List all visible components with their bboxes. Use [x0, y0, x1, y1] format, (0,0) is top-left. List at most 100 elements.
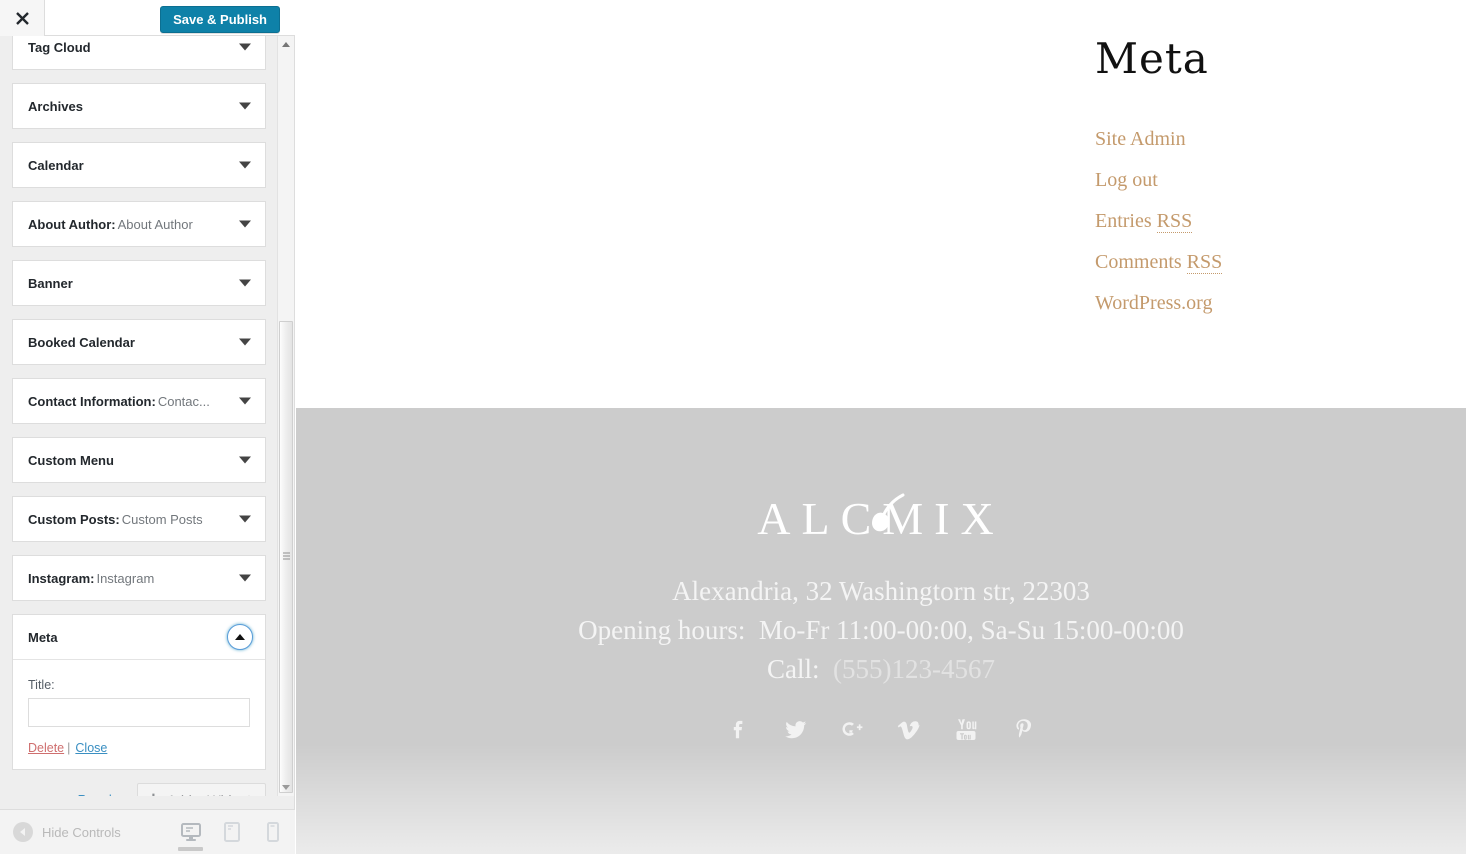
widget-title: Booked Calendar [28, 334, 135, 350]
site-logo[interactable]: ALC MIX [757, 490, 1004, 546]
link-entries-rss-text: Entries [1095, 210, 1157, 232]
list-item: WordPress.org [1095, 292, 1425, 315]
arrow-left-icon [13, 822, 33, 842]
widget-header[interactable]: Tag Cloud [13, 36, 265, 69]
device-tablet-button[interactable] [211, 809, 252, 854]
scrollbar-thumb[interactable] [279, 321, 293, 793]
reorder-link[interactable]: Reorder [78, 793, 123, 796]
widget-title: Contact Information: Contac... [28, 394, 210, 409]
customizer-header: Save & Publish [0, 0, 295, 36]
cherry-icon [872, 493, 905, 532]
rss-abbr: RSS [1186, 251, 1223, 274]
widget-header[interactable]: Instagram: Instagram [13, 556, 265, 600]
youtube-icon[interactable] [954, 716, 980, 742]
widget-item-custom-posts[interactable]: Custom Posts: Custom Posts [12, 496, 266, 542]
widget-item-custom-menu[interactable]: Custom Menu [12, 437, 266, 483]
device-preview-switcher [170, 809, 293, 854]
chevron-down-icon[interactable] [239, 397, 251, 405]
widget-title-instance: About Author [117, 216, 193, 232]
widget-list: Tag Cloud Archives Calendar About Author… [0, 36, 278, 796]
scroll-up-arrow-icon[interactable] [278, 36, 294, 53]
link-site-admin[interactable]: Site Admin [1095, 128, 1186, 150]
close-widget-link[interactable]: Close [75, 741, 107, 755]
device-desktop-button[interactable] [170, 809, 211, 854]
customizer-footer-bar: Hide Controls [0, 809, 295, 854]
link-log-out[interactable]: Log out [1095, 169, 1158, 191]
widget-header[interactable]: Meta [13, 615, 265, 659]
meta-widget-preview: Meta Site Admin Log out Entries RSS Comm… [1095, 38, 1425, 333]
widget-title: Calendar [28, 157, 84, 173]
widget-header[interactable]: Archives [13, 84, 265, 128]
widget-header[interactable]: Custom Menu [13, 438, 265, 482]
google-plus-icon[interactable] [840, 716, 866, 742]
link-wordpress-org[interactable]: WordPress.org [1095, 292, 1212, 314]
device-mobile-button[interactable] [252, 809, 293, 854]
widget-list-scroll-region: Tag Cloud Archives Calendar About Author… [0, 36, 278, 796]
chevron-down-icon[interactable] [239, 279, 251, 287]
footer-social-links [296, 716, 1466, 742]
widget-title-instance: Custom Posts [121, 511, 203, 527]
pinterest-icon[interactable] [1011, 716, 1037, 742]
customizer-panel: Save & Publish Tag Cloud Archives Calend… [0, 0, 295, 854]
widget-title: Instagram: Instagram [28, 571, 154, 586]
chevron-down-icon[interactable] [239, 161, 251, 169]
title-field-label: Title: [28, 678, 55, 692]
chevron-down-icon[interactable] [239, 43, 251, 51]
rss-abbr: RSS [1156, 210, 1193, 233]
widget-item-archives[interactable]: Archives [12, 83, 266, 129]
add-a-widget-button[interactable]: + Add a Widget [136, 783, 266, 797]
hide-controls-button[interactable]: Hide Controls [13, 822, 121, 842]
list-item: Log out [1095, 169, 1425, 192]
link-entries-rss[interactable]: Entries RSS [1095, 210, 1193, 233]
plus-icon: + [148, 790, 159, 797]
widget-meta-form: Title: Delete | Close [13, 659, 265, 769]
footer-fade-overlay [296, 744, 1466, 854]
widget-header[interactable]: Custom Posts: Custom Posts [13, 497, 265, 541]
chevron-down-icon[interactable] [239, 456, 251, 464]
vimeo-icon[interactable] [897, 716, 923, 742]
widget-header[interactable]: Calendar [13, 143, 265, 187]
chevron-down-icon[interactable] [239, 574, 251, 582]
footer-inner: ALC MIX Alexandria, 32 Washingtorn str, … [296, 408, 1466, 742]
widget-list-footer: Reorder + Add a Widget [12, 783, 266, 796]
link-comments-rss[interactable]: Comments RSS [1095, 251, 1223, 274]
widget-title-instance: Instagram [96, 570, 155, 586]
customizer-scrollbar[interactable] [277, 36, 294, 796]
widget-item-tag-cloud[interactable]: Tag Cloud [12, 36, 266, 70]
widget-item-calendar[interactable]: Calendar [12, 142, 266, 188]
widget-title-main: Contact Information: [28, 393, 156, 409]
widget-item-about-author[interactable]: About Author: About Author [12, 201, 266, 247]
chevron-down-icon[interactable] [239, 220, 251, 228]
widget-header[interactable]: About Author: About Author [13, 202, 265, 246]
title-input[interactable] [28, 698, 250, 727]
hide-controls-label: Hide Controls [42, 824, 121, 840]
add-widget-label: Add a Widget [167, 792, 251, 796]
footer-phone[interactable]: (555)123-4567 [833, 654, 995, 684]
footer-hours-value: Mo-Fr 11:00-00:00, Sa-Su 15:00-00:00 [758, 615, 1184, 645]
chevron-down-icon[interactable] [239, 102, 251, 110]
delete-widget-link[interactable]: Delete [28, 741, 64, 755]
widget-header[interactable]: Booked Calendar [13, 320, 265, 364]
widget-item-banner[interactable]: Banner [12, 260, 266, 306]
facebook-icon[interactable] [726, 716, 752, 742]
widget-item-contact-information[interactable]: Contact Information: Contac... [12, 378, 266, 424]
widget-title: Custom Posts: Custom Posts [28, 512, 203, 527]
save-and-publish-button[interactable]: Save & Publish [160, 6, 280, 33]
chevron-up-icon[interactable] [227, 624, 253, 650]
link-comments-rss-text: Comments [1095, 251, 1187, 273]
widget-title: Meta [28, 629, 58, 645]
chevron-down-icon[interactable] [239, 338, 251, 346]
list-item: Comments RSS [1095, 251, 1425, 274]
widget-header[interactable]: Contact Information: Contac... [13, 379, 265, 423]
site-footer: ALC MIX Alexandria, 32 Washingtorn str, … [296, 408, 1466, 854]
close-icon[interactable] [0, 0, 45, 36]
widget-item-instagram[interactable]: Instagram: Instagram [12, 555, 266, 601]
footer-hours-label: Opening hours: [578, 615, 746, 645]
scroll-down-arrow-icon[interactable] [278, 779, 294, 796]
widget-item-booked-calendar[interactable]: Booked Calendar [12, 319, 266, 365]
widget-item-meta[interactable]: Meta Title: Delete | Close [12, 614, 266, 770]
widget-header[interactable]: Banner [13, 261, 265, 305]
twitter-icon[interactable] [783, 716, 809, 742]
action-separator: | [67, 741, 71, 755]
chevron-down-icon[interactable] [239, 515, 251, 523]
